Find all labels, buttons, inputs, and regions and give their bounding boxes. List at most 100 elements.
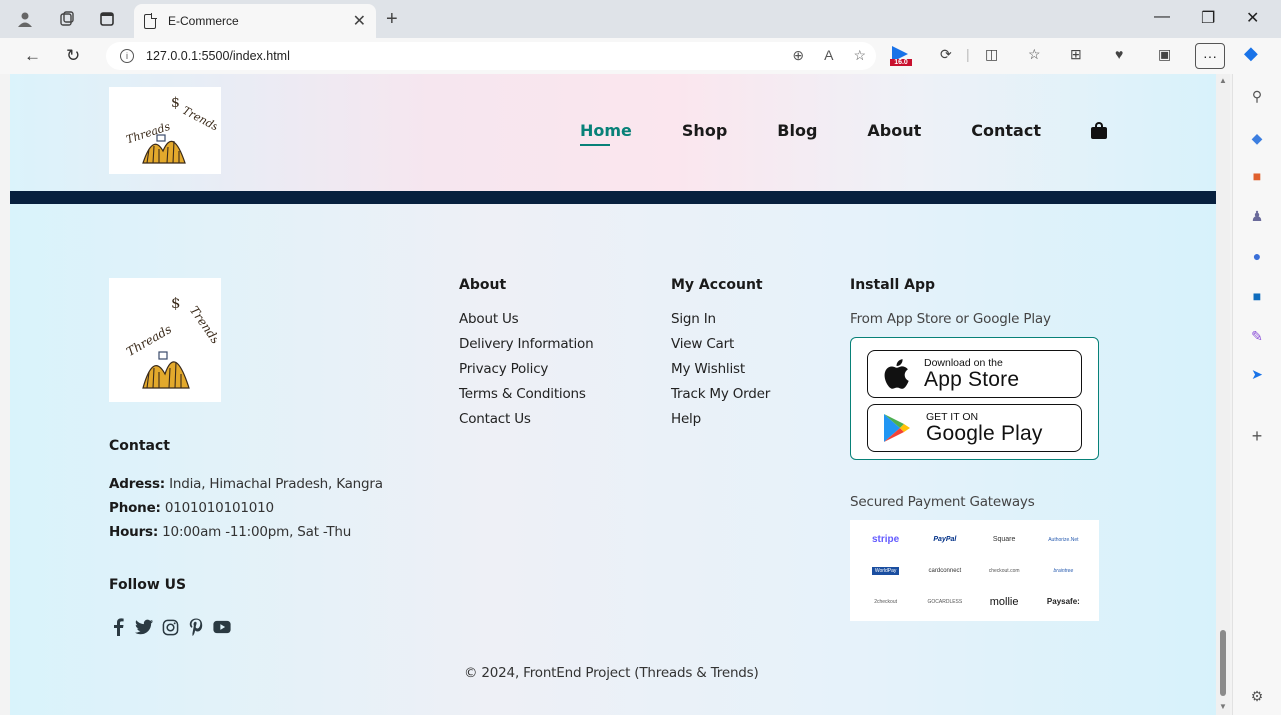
extensions-icon[interactable]: ⟳: [940, 46, 952, 63]
search-icon[interactable]: ⚲: [1247, 86, 1267, 106]
copyright-text: © 2024, FrontEnd Project (Threads & Tren…: [464, 665, 759, 681]
footer-link-terms[interactable]: Terms & Conditions: [459, 386, 593, 402]
worldpay-logo: WorldPay: [871, 566, 900, 575]
address-bar[interactable]: i 127.0.0.1:5500/index.html ⊕ A ☆: [106, 42, 876, 70]
url-text[interactable]: 127.0.0.1:5500/index.html: [146, 49, 290, 63]
main-nav: Home Shop Blog About Contact: [580, 121, 1107, 146]
gocardless-logo: GOCARDLESS: [927, 598, 963, 605]
contact-address: Adress: India, Himachal Pradesh, Kangra: [109, 476, 383, 492]
install-subtitle: From App Store or Google Play: [850, 311, 1051, 327]
read-aloud-icon[interactable]: A: [824, 47, 833, 64]
active-tab[interactable]: E-Commerce ✕: [134, 4, 376, 38]
twitter-icon[interactable]: [135, 618, 153, 636]
workspaces-icon[interactable]: [58, 10, 76, 28]
tools-icon[interactable]: ■: [1247, 166, 1267, 186]
footer-link-delivery[interactable]: Delivery Information: [459, 336, 594, 352]
install-heading: Install App: [850, 277, 935, 293]
restore-icon[interactable]: ❐: [1201, 8, 1215, 28]
favorites-icon[interactable]: ☆: [1028, 46, 1041, 63]
svg-text:Trends: Trends: [180, 103, 217, 133]
shopping-bag-icon[interactable]: [1090, 122, 1107, 139]
add-sidebar-app-icon[interactable]: +: [1247, 426, 1267, 446]
follow-heading: Follow US: [109, 577, 187, 593]
page-viewport: Threads $ Trends Home Shop Blog About Co…: [10, 74, 1216, 715]
nav-about[interactable]: About: [867, 121, 921, 140]
footer-link-track-order[interactable]: Track My Order: [671, 386, 770, 402]
follow-section: Follow US: [109, 577, 186, 593]
nav-shop[interactable]: Shop: [682, 121, 727, 140]
tab-title: E-Commerce: [168, 14, 239, 28]
pinterest-icon[interactable]: [187, 618, 205, 636]
svg-text:$: $: [171, 95, 180, 111]
svg-text:$: $: [171, 294, 181, 312]
copilot-icon[interactable]: ◆: [1244, 43, 1258, 64]
account-heading: My Account: [671, 277, 763, 293]
collections-icon[interactable]: ⊞: [1070, 46, 1082, 63]
designer-icon[interactable]: ✎: [1247, 326, 1267, 346]
app-store-buttons: Download on the App Store GET IT ON Goog…: [850, 337, 1099, 460]
footer-link-help[interactable]: Help: [671, 411, 770, 427]
app-store-big-text: App Store: [924, 367, 1020, 391]
browser-essentials-icon[interactable]: ♥: [1115, 46, 1123, 62]
back-icon[interactable]: ←: [24, 46, 41, 66]
close-tab-icon[interactable]: ✕: [353, 11, 366, 31]
payment-title: Secured Payment Gateways: [850, 494, 1035, 510]
split-screen-icon[interactable]: ◫: [985, 46, 998, 63]
facebook-icon[interactable]: [109, 618, 127, 636]
google-play-button[interactable]: GET IT ON Google Play: [867, 404, 1082, 452]
footer-contact: Contact Adress: India, Himachal Pradesh,…: [109, 438, 383, 548]
footer-link-view-cart[interactable]: View Cart: [671, 336, 770, 352]
address-toolbar: ← ↻ i 127.0.0.1:5500/index.html ⊕ A ☆: [0, 38, 1281, 74]
contact-hours: Hours: 10:00am -11:00pm, Sat -Thu: [109, 524, 352, 540]
svg-text:Trends: Trends: [187, 304, 217, 347]
page-icon: [144, 12, 157, 29]
zoom-icon[interactable]: ⊕: [792, 47, 804, 64]
minimize-icon[interactable]: —: [1154, 8, 1170, 26]
2checkout-logo: 2checkout: [874, 598, 898, 605]
site-info-icon[interactable]: i: [120, 49, 134, 63]
contact-heading: Contact: [109, 438, 170, 454]
footer-link-privacy[interactable]: Privacy Policy: [459, 361, 593, 377]
profile-icon[interactable]: [16, 10, 34, 28]
refresh-icon[interactable]: ↻: [66, 46, 80, 66]
nav-home[interactable]: Home: [580, 121, 632, 146]
favorite-star-icon[interactable]: ☆: [853, 47, 866, 64]
about-heading: About: [459, 277, 507, 293]
paysafe-logo: Paysafe:: [1046, 597, 1080, 606]
footer-account-column: My Account Sign In View Cart My Wishlist…: [671, 277, 770, 436]
footer-link-contact-us[interactable]: Contact Us: [459, 411, 593, 427]
page-scrollbar[interactable]: ▲ ▼: [1216, 74, 1230, 715]
browser-tab-strip: E-Commerce ✕ + — ❐ ✕: [0, 0, 1281, 38]
footer-logo[interactable]: Threads $ Trends: [109, 278, 221, 402]
site-header: Threads $ Trends Home Shop Blog About Co…: [10, 74, 1216, 191]
tab-actions-icon[interactable]: [98, 10, 116, 28]
social-icons: [109, 618, 231, 636]
nav-contact[interactable]: Contact: [971, 121, 1041, 140]
scrollbar-thumb[interactable]: [1220, 630, 1226, 696]
app-store-button[interactable]: Download on the App Store: [867, 350, 1082, 398]
stripe-logo: stripe: [872, 534, 900, 545]
shopping-tag-icon[interactable]: ◆: [1247, 128, 1267, 148]
more-options-icon[interactable]: ···: [1195, 43, 1225, 69]
footer-link-wishlist[interactable]: My Wishlist: [671, 361, 770, 377]
youtube-icon[interactable]: [213, 618, 231, 636]
footer-about-column: About About Us Delivery Information Priv…: [459, 277, 594, 436]
games-icon[interactable]: ♟: [1247, 206, 1267, 226]
footer-install-column: Install App From App Store or Google Pla…: [850, 277, 1099, 621]
checkout-logo: checkout.com: [988, 567, 1020, 574]
office-icon[interactable]: ●: [1247, 246, 1267, 266]
sidebar-settings-icon[interactable]: ⚙: [1247, 686, 1267, 706]
new-tab-icon[interactable]: +: [386, 8, 398, 31]
footer-link-sign-in[interactable]: Sign In: [671, 311, 770, 327]
payment-gateways-image: stripe PayPal Square Authorize.Net World…: [850, 520, 1099, 621]
close-window-icon[interactable]: ✕: [1246, 8, 1259, 28]
extension-icon[interactable]: 16.0: [890, 46, 912, 68]
paypal-logo: PayPal: [933, 536, 957, 543]
nav-blog[interactable]: Blog: [777, 121, 817, 140]
send-icon[interactable]: ➤: [1247, 364, 1267, 384]
sidebar-toggle-icon[interactable]: ▣: [1158, 46, 1171, 63]
outlook-icon[interactable]: ■: [1247, 286, 1267, 306]
footer-link-about-us[interactable]: About Us: [459, 311, 593, 327]
header-logo[interactable]: Threads $ Trends: [109, 87, 221, 174]
instagram-icon[interactable]: [161, 618, 179, 636]
